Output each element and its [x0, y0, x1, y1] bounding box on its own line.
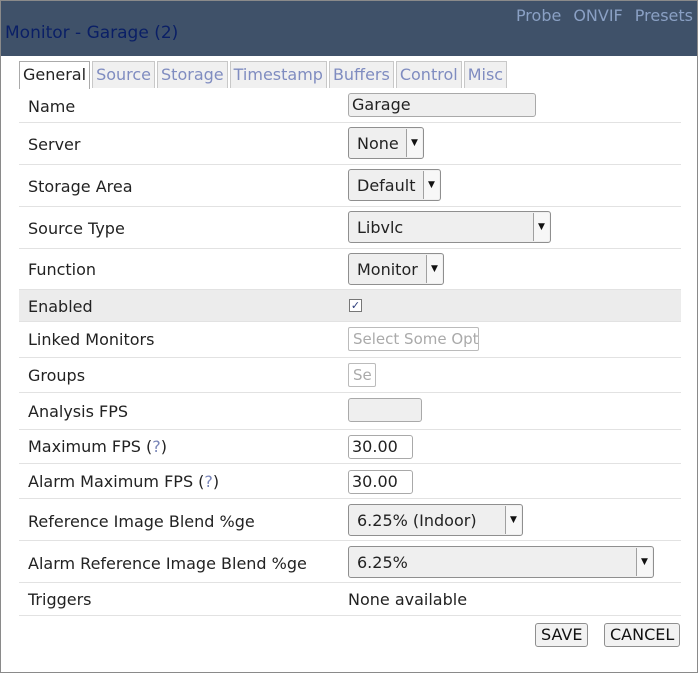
cancel-button[interactable]: CANCEL	[604, 623, 681, 647]
save-button[interactable]: SAVE	[535, 623, 589, 647]
chevron-down-icon: ▼	[636, 548, 652, 576]
tab-misc[interactable]: Misc	[463, 61, 508, 88]
row-alarm-ref-blend: Alarm Reference Image Blend %ge 6.25% ▼	[19, 541, 681, 583]
tab-bar: General Source Storage Timestamp Buffers…	[19, 61, 508, 89]
ref-blend-label: Reference Image Blend %ge	[28, 512, 255, 531]
tab-buffers[interactable]: Buffers	[328, 61, 394, 88]
row-function: Function Monitor ▼	[19, 249, 681, 290]
storage-area-select[interactable]: Default ▼	[348, 169, 441, 201]
row-triggers: Triggers None available	[19, 583, 681, 616]
ref-blend-value: 6.25% (Indoor)	[357, 510, 477, 530]
checkmark-icon: ✓	[350, 299, 361, 312]
help-link[interactable]: ?	[152, 437, 161, 456]
row-name: Name Garage	[19, 88, 681, 123]
groups-select[interactable]: Se	[348, 363, 376, 387]
enabled-label: Enabled	[28, 297, 93, 316]
tab-timestamp[interactable]: Timestamp	[229, 61, 327, 88]
chevron-down-icon: ▼	[406, 129, 422, 157]
max-fps-label: Maximum FPS (?)	[28, 437, 167, 456]
source-type-value: Libvlc	[357, 217, 404, 237]
dialog-title: Monitor - Garage (2)	[5, 23, 179, 43]
presets-link[interactable]: Presets	[635, 6, 693, 25]
linked-monitors-select[interactable]: Select Some Opt	[348, 327, 479, 351]
alarm-max-fps-label-end: )	[212, 472, 220, 491]
row-server: Server None ▼	[19, 123, 681, 165]
alarm-max-fps-label-text: Alarm Maximum FPS (	[28, 472, 205, 491]
max-fps-label-end: )	[160, 437, 168, 456]
function-select[interactable]: Monitor ▼	[348, 253, 444, 285]
storage-area-value: Default	[357, 175, 416, 195]
server-value: None	[357, 133, 399, 153]
help-link[interactable]: ?	[204, 472, 213, 491]
function-label: Function	[28, 260, 97, 279]
source-type-label: Source Type	[28, 219, 125, 238]
function-value: Monitor	[357, 259, 418, 279]
storage-area-label: Storage Area	[28, 177, 133, 196]
linked-monitors-label: Linked Monitors	[28, 330, 155, 349]
alarm-max-fps-field[interactable]: 30.00	[348, 470, 413, 494]
enabled-checkbox[interactable]: ✓	[349, 299, 362, 312]
name-label: Name	[28, 97, 76, 116]
tab-general[interactable]: General	[19, 61, 91, 89]
row-source-type: Source Type Libvlc ▼	[19, 207, 681, 249]
probe-link[interactable]: Probe	[516, 6, 561, 25]
server-label: Server	[28, 135, 81, 154]
row-max-fps: Maximum FPS (?) 30.00	[19, 430, 681, 464]
alarm-max-fps-label: Alarm Maximum FPS (?)	[28, 472, 219, 491]
row-groups: Groups Se	[19, 358, 681, 393]
triggers-label: Triggers	[28, 590, 92, 609]
row-ref-blend: Reference Image Blend %ge 6.25% (Indoor)…	[19, 499, 681, 541]
row-alarm-max-fps: Alarm Maximum FPS (?) 30.00	[19, 464, 681, 499]
triggers-value: None available	[348, 590, 468, 609]
header-links: Probe ONVIF Presets	[516, 6, 693, 25]
name-field[interactable]: Garage	[348, 93, 536, 117]
source-type-select[interactable]: Libvlc ▼	[348, 211, 551, 243]
max-fps-label-text: Maximum FPS (	[28, 437, 153, 456]
row-linked-monitors: Linked Monitors Select Some Opt	[19, 322, 681, 358]
row-analysis-fps: Analysis FPS	[19, 393, 681, 430]
tab-storage[interactable]: Storage	[157, 61, 228, 88]
server-select[interactable]: None ▼	[348, 127, 424, 159]
chevron-down-icon: ▼	[505, 506, 521, 534]
analysis-fps-label: Analysis FPS	[28, 402, 129, 421]
analysis-fps-field[interactable]	[348, 398, 422, 422]
onvif-link[interactable]: ONVIF	[573, 6, 622, 25]
chevron-down-icon: ▼	[426, 255, 442, 283]
chevron-down-icon: ▼	[533, 213, 549, 241]
row-storage-area: Storage Area Default ▼	[19, 165, 681, 207]
tab-control[interactable]: Control	[395, 61, 462, 88]
dialog-header: Monitor - Garage (2) Probe ONVIF Presets	[1, 1, 697, 56]
general-form: Name Garage Server None ▼ Storage Area D…	[19, 88, 681, 616]
row-enabled: Enabled ✓	[19, 290, 681, 322]
tab-source[interactable]: Source	[92, 61, 156, 88]
alarm-ref-blend-label: Alarm Reference Image Blend %ge	[28, 554, 307, 573]
groups-label: Groups	[28, 366, 86, 385]
monitor-dialog: Monitor - Garage (2) Probe ONVIF Presets…	[0, 0, 698, 673]
max-fps-field[interactable]: 30.00	[348, 435, 413, 459]
ref-blend-select[interactable]: 6.25% (Indoor) ▼	[348, 504, 523, 536]
alarm-ref-blend-value: 6.25%	[357, 552, 408, 572]
alarm-ref-blend-select[interactable]: 6.25% ▼	[348, 546, 654, 578]
chevron-down-icon: ▼	[423, 171, 439, 199]
